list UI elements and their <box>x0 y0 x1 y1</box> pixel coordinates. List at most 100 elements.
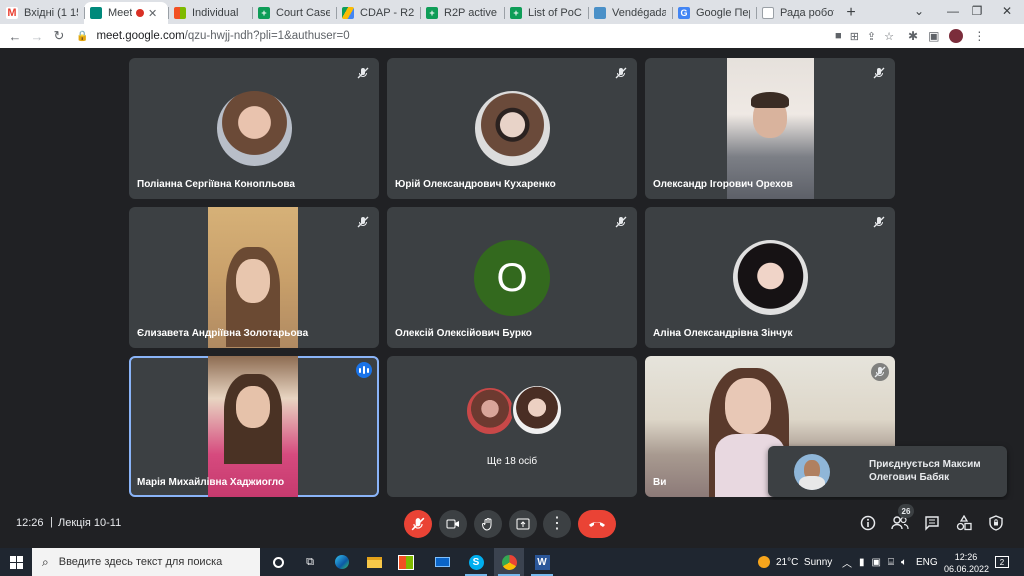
raise-hand-button[interactable] <box>474 510 502 538</box>
activities-button[interactable] <box>953 512 975 534</box>
extensions-icon[interactable]: ✱ <box>908 29 918 43</box>
muted-mic-icon <box>355 214 371 230</box>
participant-tile[interactable]: О Олексій Олексійович Бурко <box>387 207 637 348</box>
browser-tab[interactable]: Рада робот <box>756 2 840 24</box>
taskbar-date: 06.06.2022 <box>944 564 990 574</box>
chat-button[interactable] <box>921 512 943 534</box>
taskbar-skype[interactable]: S <box>461 548 491 576</box>
task-view-icon: ⧉ <box>306 555 314 568</box>
cortana-icon <box>272 556 284 568</box>
camera-tray-icon[interactable]: ▣ <box>872 557 881 568</box>
address-bar[interactable]: 🔒 meet.google.com/qzu-hwjj-ndh?pli=1&aut… <box>74 26 900 46</box>
side-panel-icon[interactable]: ▣ <box>928 29 939 43</box>
input-language[interactable]: ENG <box>916 557 938 568</box>
task-view-button[interactable]: ⧉ <box>295 548 325 576</box>
microphone-icon[interactable]: ▮ <box>859 557 865 568</box>
taskbar-clock[interactable]: 12:26 06.06.2022 <box>944 551 990 575</box>
edge-icon <box>335 555 349 569</box>
browser-tab[interactable]: M Вхідні (1 15 <box>0 2 84 24</box>
browser-tab[interactable]: Individual <box>168 2 252 24</box>
participant-name: Марія Михайлівна Хаджиогло <box>137 477 285 488</box>
menu-kebab-icon[interactable]: ⋮ <box>973 29 985 43</box>
taskbar-word[interactable]: W <box>527 548 557 576</box>
bookmark-star-icon[interactable]: ☆ <box>884 30 894 43</box>
tab-label: Вхідні (1 15 <box>24 7 78 19</box>
participant-name: Поліанна Сергіївна Конопльова <box>137 179 295 190</box>
tab-search-icon[interactable]: ⌄ <box>902 0 936 22</box>
tab-label: Court Case <box>276 7 330 19</box>
participant-tile[interactable]: Олександр Ігорович Орехов <box>645 58 895 199</box>
cortana-button[interactable] <box>263 548 293 576</box>
sheets-icon: + <box>258 7 270 19</box>
taskbar-time: 12:26 <box>954 552 978 562</box>
participant-tile[interactable]: Аліна Олександрівна Зінчук <box>645 207 895 348</box>
lock-icon[interactable]: 🔒 <box>76 31 88 42</box>
browser-tab[interactable]: CDAP - R2F <box>336 2 420 24</box>
speaking-indicator-icon <box>356 362 372 378</box>
browser-tab[interactable]: Vendégada <box>588 2 672 24</box>
maximize-button[interactable]: ❐ <box>960 0 994 22</box>
forward-button[interactable]: → <box>26 25 48 47</box>
translate-page-icon[interactable]: ⊞ <box>850 30 859 43</box>
taskbar-file-explorer[interactable] <box>359 548 389 576</box>
participant-avatar <box>217 91 292 166</box>
camera-toggle-button[interactable] <box>439 510 467 538</box>
new-tab-button[interactable]: + <box>840 2 862 24</box>
notification-count: 2 <box>999 557 1005 567</box>
tab-label: List of PoCs <box>528 7 582 19</box>
translate-icon: G <box>678 7 690 19</box>
avatar-initial: О <box>496 255 528 300</box>
present-screen-button[interactable] <box>509 510 537 538</box>
page-icon <box>762 7 774 19</box>
browser-tab[interactable]: + List of PoCs <box>504 2 588 24</box>
reload-button[interactable]: ↻ <box>48 25 70 47</box>
leave-call-button[interactable] <box>578 510 616 538</box>
participant-tile[interactable]: Юрій Олександрович Кухаренко <box>387 58 637 199</box>
volume-icon[interactable]: 🔈︎ <box>901 557 907 568</box>
browser-tab-active[interactable]: Meet ✕ <box>84 2 168 24</box>
muted-mic-icon <box>871 363 889 381</box>
weather-widget[interactable]: 21°C Sunny <box>758 548 832 576</box>
share-icon[interactable]: ⇪ <box>867 30 876 43</box>
close-window-button[interactable]: ✕ <box>990 0 1024 22</box>
others-tile[interactable]: Ще 18 осіб <box>387 356 637 497</box>
microphone-toggle-button[interactable] <box>404 510 432 538</box>
browser-tab[interactable]: + R2P active <box>420 2 504 24</box>
participant-name: Аліна Олександрівна Зінчук <box>653 328 793 339</box>
meeting-details-button[interactable] <box>857 512 879 534</box>
drive-icon <box>342 7 354 19</box>
join-notification-toast[interactable]: Приєднується Максим Олегович Бабяк <box>768 446 1007 497</box>
windows-taskbar: ⌕ Введите здесь текст для поиска ⧉ S W 2… <box>0 548 1024 576</box>
notifications-button[interactable]: 2 <box>995 548 1009 576</box>
weather-text: 21°C Sunny <box>776 556 833 568</box>
browser-tab[interactable]: G Google Пер <box>672 2 756 24</box>
back-button[interactable]: ← <box>4 25 26 47</box>
people-icon <box>891 516 909 530</box>
start-button[interactable] <box>0 548 32 576</box>
camera-icon[interactable]: ■ <box>835 30 842 42</box>
more-options-button[interactable]: ⋮ <box>543 510 571 538</box>
participant-tile[interactable]: Поліанна Сергіївна Конопльова <box>129 58 379 199</box>
network-icon[interactable]: ⌸ <box>888 557 894 568</box>
chevron-up-icon[interactable]: ︿ <box>842 555 852 570</box>
mic-off-icon <box>411 517 425 531</box>
browser-tab[interactable]: + Court Case <box>252 2 336 24</box>
meet-icon <box>90 7 102 19</box>
taskbar-store[interactable] <box>391 548 421 576</box>
participant-tile[interactable]: Єлизавета Андріївна Золотарьова <box>129 207 379 348</box>
taskbar-chrome[interactable] <box>494 548 524 576</box>
search-icon: ⌕ <box>42 554 49 569</box>
profile-avatar[interactable] <box>949 29 964 43</box>
taskbar-search-box[interactable]: ⌕ Введите здесь текст для поиска <box>32 548 260 576</box>
system-tray: ︿ ▮ ▣ ⌸ 🔈︎ ENG <box>842 548 938 576</box>
office-icon <box>174 7 186 19</box>
host-controls-button[interactable] <box>985 512 1007 534</box>
folder-icon <box>366 556 382 568</box>
close-tab-icon[interactable]: ✕ <box>148 7 157 20</box>
participant-tile-speaking[interactable]: Марія Михайлівна Хаджиогло <box>129 356 379 497</box>
tab-label: Google Пер <box>696 7 750 19</box>
skype-icon: S <box>468 554 484 570</box>
taskbar-edge[interactable] <box>327 548 357 576</box>
shield-lock-icon <box>989 515 1003 531</box>
taskbar-mail[interactable] <box>427 548 457 576</box>
